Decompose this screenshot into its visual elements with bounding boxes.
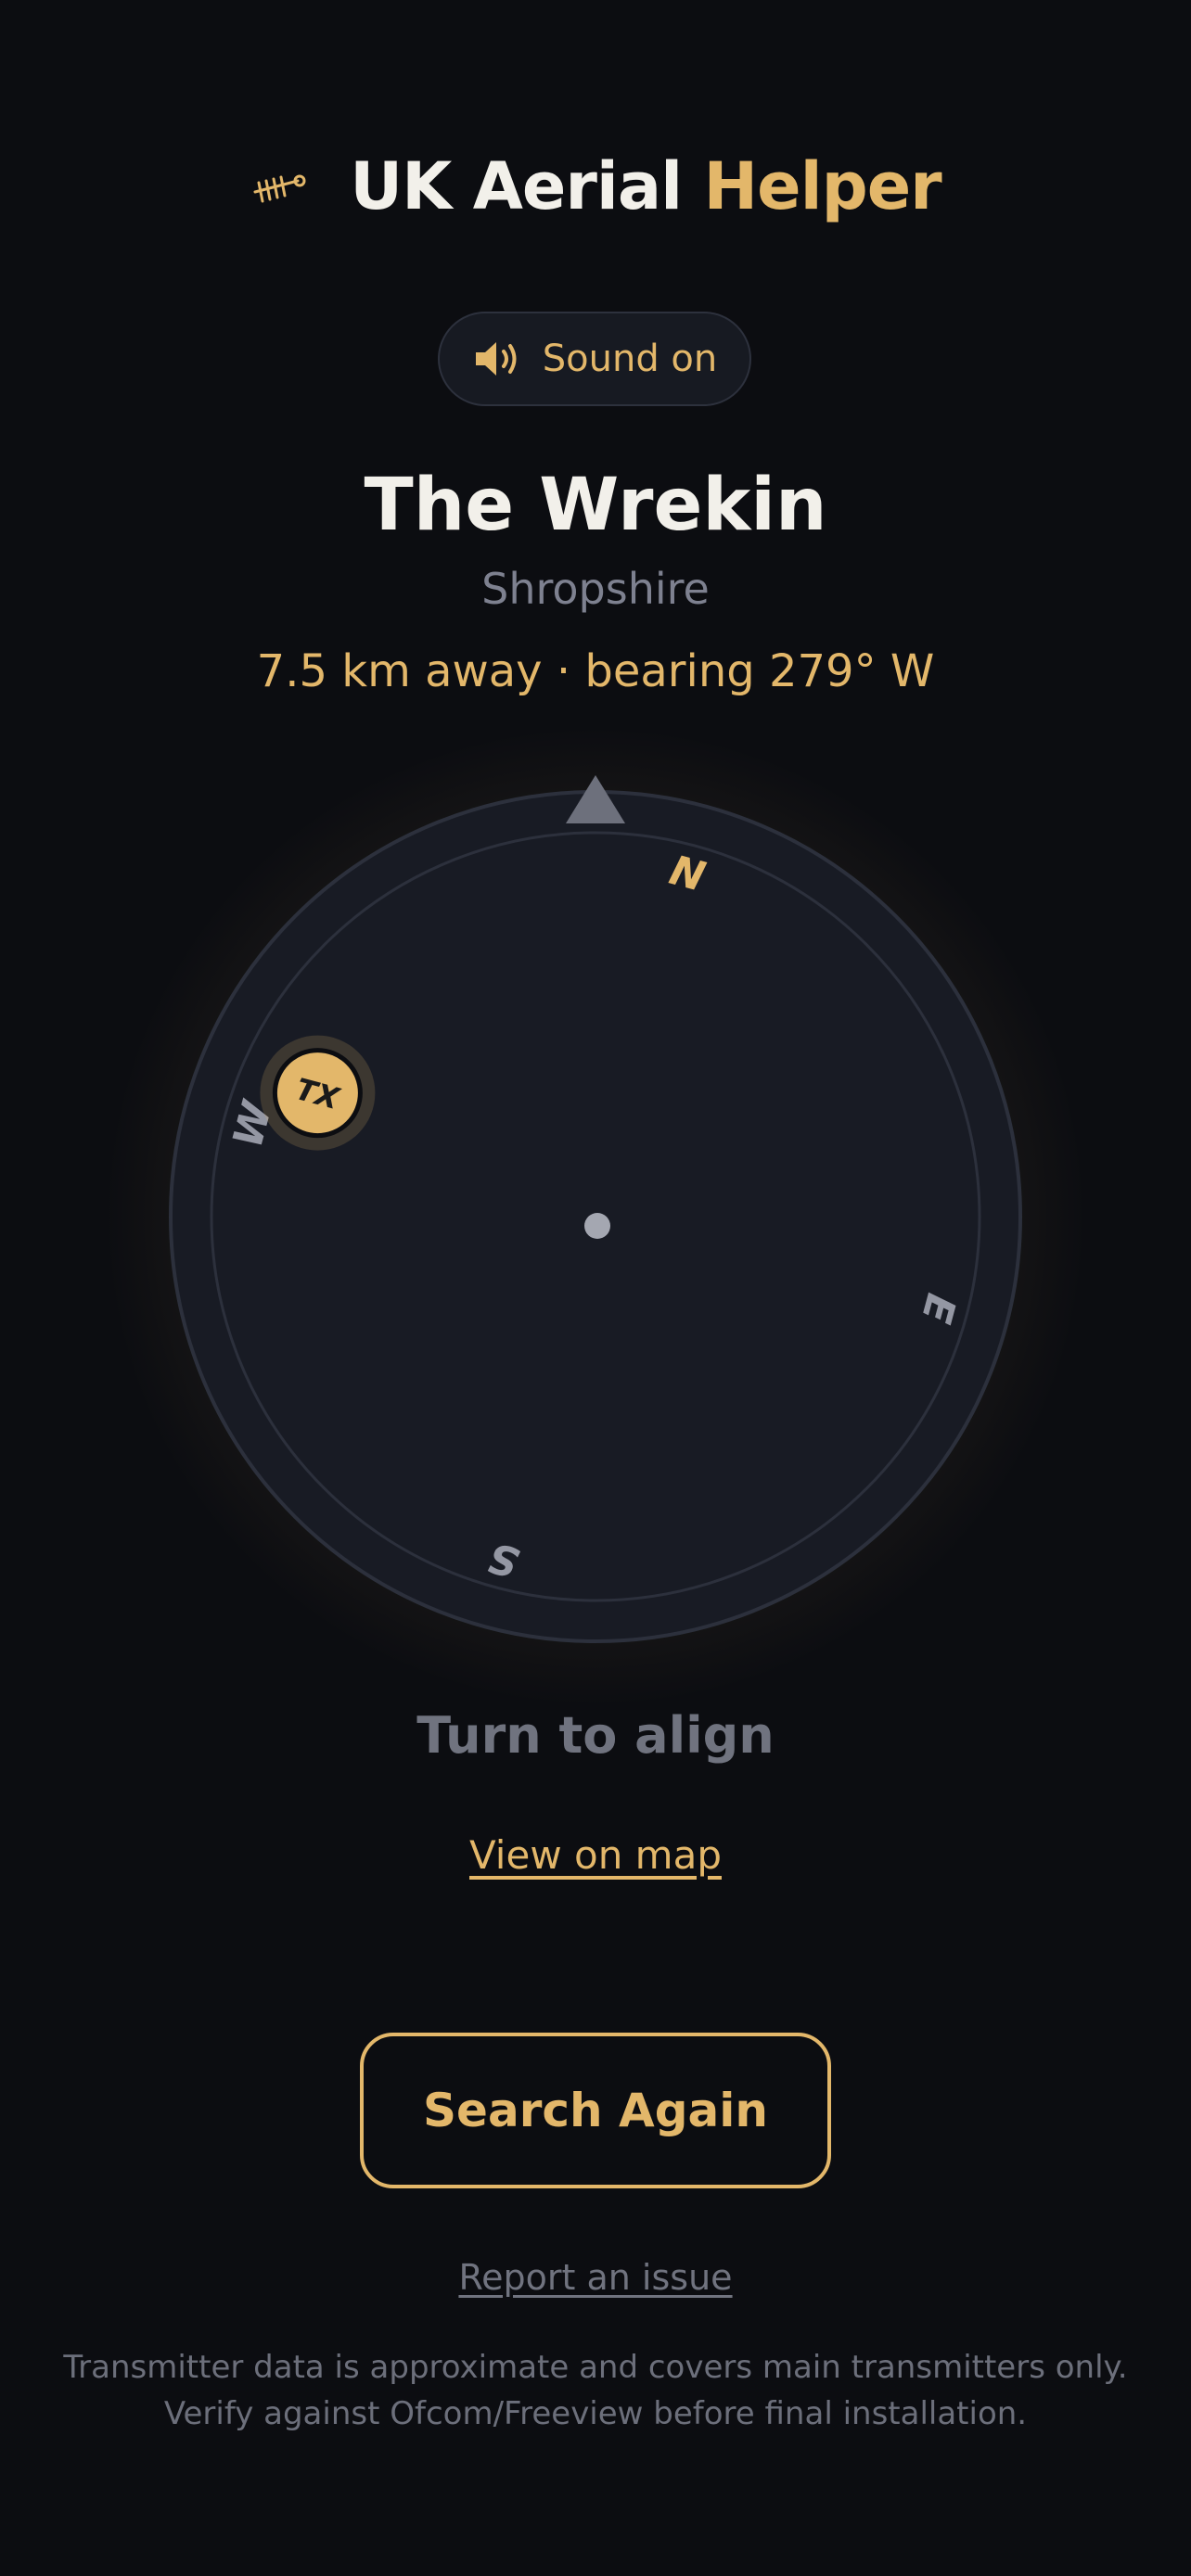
report-issue-link[interactable]: Report an issue	[0, 2257, 1191, 2298]
distance-bearing: 7.5 km away · bearing 279° W	[256, 645, 935, 697]
view-on-map-link[interactable]: View on map	[0, 1832, 1191, 1878]
transmitter-name: The Wrekin	[364, 464, 827, 547]
sound-toggle-button[interactable]: Sound on	[438, 312, 751, 406]
aerial-antenna-icon	[253, 174, 306, 203]
sound-toggle-label: Sound on	[542, 338, 718, 380]
transmitter-region: Shropshire	[481, 564, 710, 614]
disclaimer-text: Transmitter data is approximate and cove…	[63, 2349, 1128, 2432]
app-title-accent: Helper	[703, 148, 942, 224]
app-title-main: UK Aerial	[350, 148, 683, 224]
speaker-icon	[475, 342, 517, 376]
search-again-button[interactable]: Search Again	[360, 2033, 831, 2188]
compass: N E S W TX	[85, 707, 1106, 1727]
compass-center-dot	[584, 1213, 610, 1239]
app-header: UK Aerial Helper	[0, 148, 1191, 224]
compass-dial: N E S W TX	[169, 775, 1022, 1643]
alignment-status: Turn to align	[416, 1706, 775, 1765]
app-title: UK Aerial Helper	[350, 148, 941, 224]
transmitter-marker: TX	[260, 1035, 376, 1151]
